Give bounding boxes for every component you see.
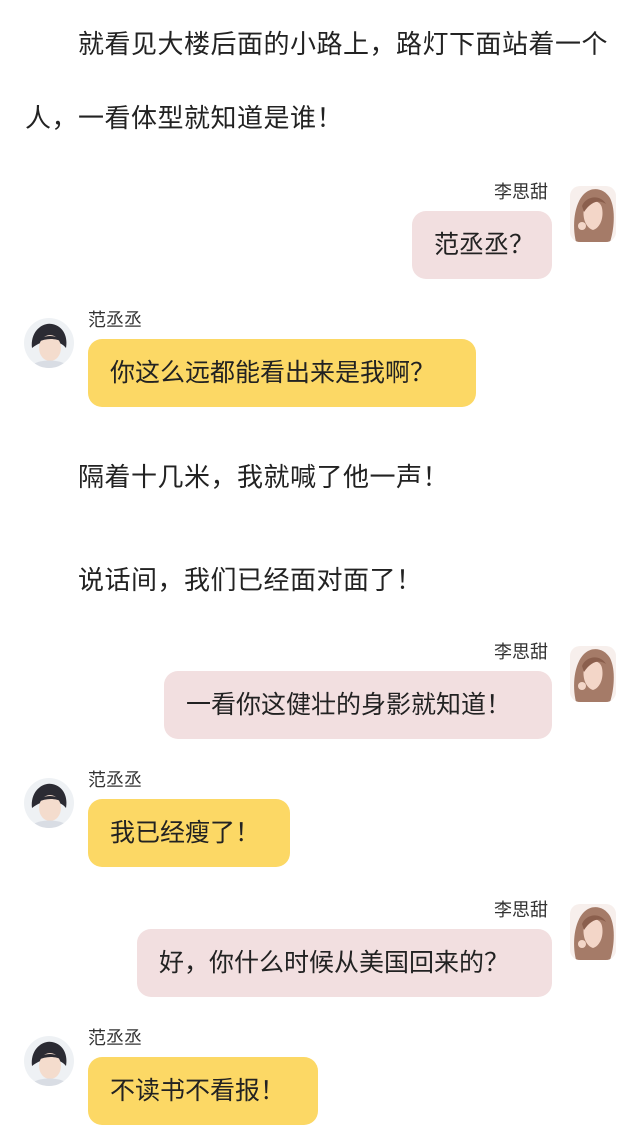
sender-name: 范丞丞 bbox=[88, 310, 142, 331]
chat-bubble-outgoing[interactable]: 一看你这健壮的身影就知道！ bbox=[164, 671, 552, 739]
sender-name: 范丞丞 bbox=[88, 770, 142, 791]
narration-line: 隔着十几米，我就喊了他一声！ bbox=[78, 463, 450, 493]
sender-name: 李思甜 bbox=[494, 900, 548, 921]
girl-avatar-icon[interactable] bbox=[570, 646, 616, 702]
boy-avatar-icon[interactable] bbox=[24, 1036, 74, 1086]
sender-name: 李思甜 bbox=[494, 642, 548, 663]
chat-bubble-outgoing[interactable]: 好，你什么时候从美国回来的？ bbox=[137, 929, 552, 997]
chat-bubble-incoming[interactable]: 不读书不看报！ bbox=[88, 1057, 318, 1125]
boy-avatar-icon[interactable] bbox=[24, 778, 74, 828]
girl-avatar-icon[interactable] bbox=[570, 904, 616, 960]
chat-bubble-incoming[interactable]: 你这么远都能看出来是我啊？ bbox=[88, 339, 476, 407]
narration-line: 就看见大楼后面的小路上，路灯下面站着一个 bbox=[78, 30, 609, 60]
chat-bubble-outgoing[interactable]: 范丞丞？ bbox=[412, 211, 552, 279]
narration-line: 说话间，我们已经面对面了！ bbox=[78, 566, 423, 596]
boy-avatar-icon[interactable] bbox=[24, 318, 74, 368]
narration-line: 人，一看体型就知道是谁！ bbox=[25, 104, 344, 134]
sender-name: 范丞丞 bbox=[88, 1028, 142, 1049]
girl-avatar-icon[interactable] bbox=[570, 186, 616, 242]
chat-bubble-incoming[interactable]: 我已经瘦了！ bbox=[88, 799, 290, 867]
sender-name: 李思甜 bbox=[494, 182, 548, 203]
